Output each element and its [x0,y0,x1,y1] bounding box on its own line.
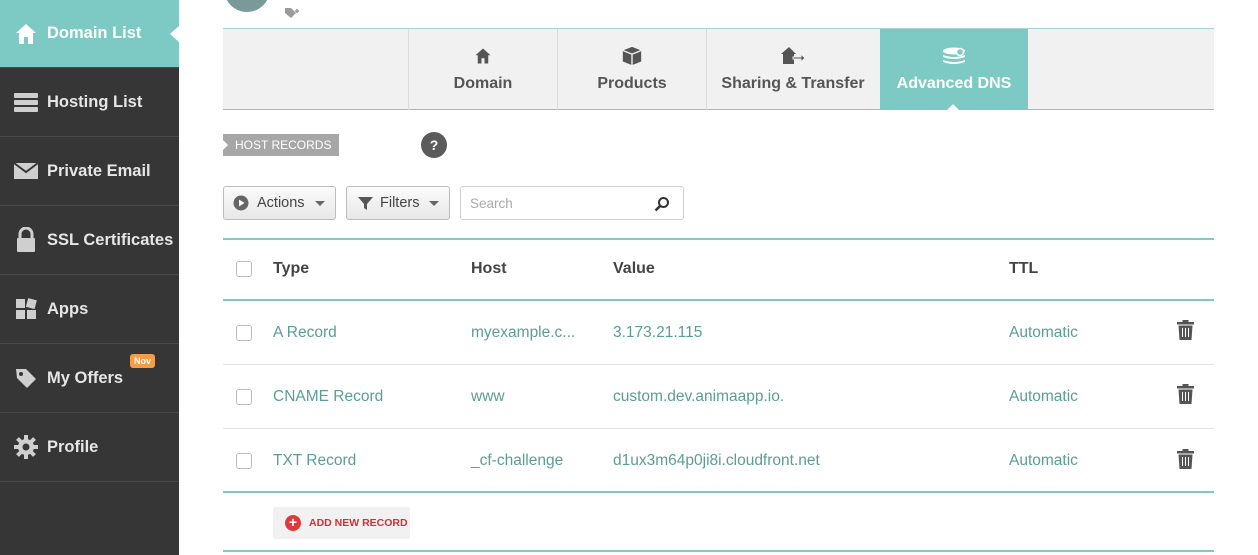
record-ttl[interactable]: Automatic [1009,452,1078,470]
column-header-ttl[interactable]: TTL [1009,260,1038,278]
sidebar-item-label: SSL Certificates [47,230,174,249]
sidebar-item-profile[interactable]: Profile [0,413,179,482]
column-header-host[interactable]: Host [471,260,507,278]
table-row[interactable]: TXT Record _cf-challenge d1ux3m64p0ji8i.… [223,429,1214,493]
actions-label: Actions [257,195,305,211]
trash-icon[interactable] [1177,448,1194,474]
record-type[interactable]: CNAME Record [273,388,383,406]
sidebar-item-ssl-certificates[interactable]: SSL Certificates [0,206,179,275]
sidebar-item-label: Private Email [47,161,151,180]
sidebar-item-private-email[interactable]: Private Email [0,137,179,206]
record-host[interactable]: _cf-challenge [471,452,563,470]
trash-icon[interactable] [1177,384,1194,409]
record-value[interactable]: d1ux3m64p0ji8i.cloudfront.net [613,452,820,470]
dns-icon [942,45,966,67]
host-records-label: HOST RECORDS [223,134,340,156]
chevron-down-icon [429,200,440,206]
sidebar-item-label: My Offers [47,368,124,387]
tab-products[interactable]: Products [557,29,706,110]
filters-label: Filters [380,195,420,211]
play-circle-icon [233,195,249,211]
row-checkbox[interactable] [236,453,252,469]
tag-plus-icon[interactable] [284,6,302,25]
trash-icon[interactable] [1177,320,1194,345]
add-new-record-button[interactable]: + ADD NEW RECORD [273,507,410,539]
sidebar-item-label: Domain List [47,24,142,42]
column-header-value[interactable]: Value [613,260,655,278]
record-value[interactable]: 3.173.21.115 [613,324,702,342]
sidebar-item-label: Apps [47,299,89,318]
select-all-checkbox[interactable] [236,261,252,277]
server-icon [12,88,40,116]
tab-domain[interactable]: Domain [408,29,557,110]
table-header-row: Type Host Value TTL [223,238,1214,300]
record-ttl[interactable]: Automatic [1009,324,1078,342]
search-input[interactable] [461,187,641,219]
sidebar: Domain List Hosting List Private Email S… [0,0,180,555]
envelope-icon [12,157,40,185]
row-checkbox[interactable] [236,388,252,405]
tab-label: Sharing & Transfer [721,75,865,92]
record-host[interactable]: www [471,388,505,406]
tag-icon [12,364,40,392]
record-host[interactable]: myexample.c... [471,324,575,342]
tab-sharing-transfer[interactable]: Sharing & Transfer [706,29,879,110]
tab-label: Domain [453,75,513,92]
add-record-label: ADD NEW RECORD [309,517,408,529]
search-icon[interactable] [654,196,670,217]
domain-tabs: Domain Products Sharing & Transfer Advan… [223,28,1214,111]
table-row[interactable]: A Record myexample.c... 3.173.21.115 Aut… [223,301,1214,365]
record-type[interactable]: TXT Record [273,452,356,470]
filters-button[interactable]: Filters [346,186,450,220]
plus-circle-icon: + [285,515,301,531]
help-button[interactable]: ? [421,132,447,158]
chevron-down-icon [314,200,325,206]
search-box [460,186,684,220]
filter-icon [358,196,373,211]
sidebar-item-domain-list[interactable]: Domain List [0,0,180,68]
domain-avatar [224,0,270,12]
gear-icon [12,433,40,461]
sidebar-item-label: Profile [47,437,99,456]
table-bottom-rule [223,491,1214,493]
tab-label: Advanced DNS [896,75,1012,92]
sidebar-item-apps[interactable]: Apps [0,275,179,344]
apps-icon [12,295,40,323]
actions-button[interactable]: Actions [223,186,336,220]
column-header-type[interactable]: Type [273,260,309,278]
share-icon [780,45,806,67]
record-type[interactable]: A Record [273,324,337,342]
table-row[interactable]: CNAME Record www custom.dev.animaapp.io.… [223,365,1214,429]
sidebar-item-label: Hosting List [47,92,143,111]
sidebar-item-hosting-list[interactable]: Hosting List [0,68,179,137]
row-checkbox[interactable] [236,324,252,341]
lock-icon [12,226,40,254]
home-icon [12,20,40,48]
tab-advanced-dns[interactable]: Advanced DNS [880,29,1028,111]
footer-rule [223,550,1214,552]
record-value[interactable]: custom.dev.animaapp.io. [613,388,784,406]
record-ttl[interactable]: Automatic [1009,388,1078,406]
box-icon [621,45,643,67]
tab-label: Products [597,75,667,92]
offers-badge: Nov [130,354,156,368]
home-icon [474,45,492,67]
